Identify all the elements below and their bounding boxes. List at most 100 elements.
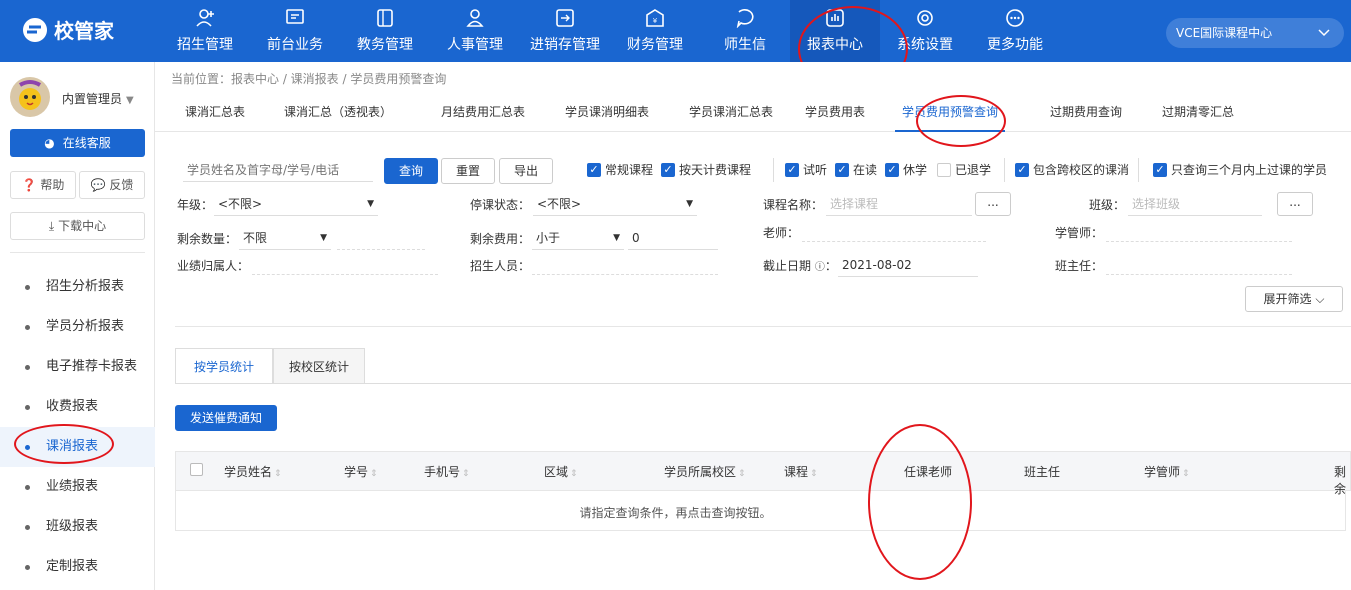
- class-picker-button[interactable]: ...: [1277, 192, 1313, 216]
- sort-icon: ⇕: [1182, 469, 1190, 479]
- expand-filter-button[interactable]: 展开筛选 ⌵: [1245, 286, 1343, 312]
- search-input[interactable]: [183, 158, 373, 182]
- export-button[interactable]: 导出: [499, 158, 553, 184]
- remain-qty-input[interactable]: [337, 226, 425, 250]
- feedback-button[interactable]: 💬 反馈: [79, 171, 145, 199]
- nav-item-4[interactable]: 进销存管理: [520, 0, 610, 62]
- nav-item-9[interactable]: 更多功能: [970, 0, 1060, 62]
- course-picker[interactable]: 选择课程: [826, 192, 972, 216]
- pause-status-select[interactable]: <不限> ▼: [533, 192, 697, 216]
- column-header[interactable]: 学员姓名 ⇕: [224, 463, 282, 480]
- help-circle-icon[interactable]: ⓘ: [815, 262, 825, 273]
- filter-checkbox-3[interactable]: ✓ 在读: [835, 163, 877, 177]
- sidebar-item-2[interactable]: 电子推荐卡报表: [0, 347, 155, 387]
- question-icon: ❓: [21, 178, 37, 192]
- caret-down-icon: ▼: [686, 199, 693, 209]
- column-header-label: 班主任: [1024, 465, 1061, 479]
- send-fee-reminder-button[interactable]: 发送催费通知: [175, 405, 277, 431]
- online-service-button[interactable]: ◕ 在线客服: [10, 129, 145, 157]
- filter-checkbox-0[interactable]: ✓ 常规课程: [587, 163, 653, 177]
- column-header[interactable]: 任课老师: [904, 463, 952, 480]
- filter-separator: [1004, 158, 1005, 182]
- tab-2[interactable]: 月结费用汇总表: [423, 94, 543, 132]
- column-header[interactable]: 学管师 ⇕: [1144, 463, 1190, 480]
- pause-status-value: <不限>: [537, 197, 582, 211]
- filter-checkbox-5[interactable]: 已退学: [937, 163, 991, 177]
- sidebar-item-label: 课消报表: [46, 439, 99, 454]
- remain-fee-input[interactable]: 0: [628, 226, 718, 250]
- column-header[interactable]: 学号 ⇕: [344, 463, 378, 480]
- column-header-label: 区域: [544, 465, 569, 479]
- tab-7[interactable]: 过期费用查询: [1031, 94, 1141, 132]
- remain-fee-label: 剩余费用：: [470, 232, 531, 246]
- checkbox-label: 休学: [903, 163, 928, 177]
- tab-6[interactable]: 学员费用预警查询: [895, 94, 1005, 132]
- sort-icon: ⇕: [570, 469, 578, 479]
- column-header[interactable]: 手机号 ⇕: [424, 463, 470, 480]
- course-picker-button[interactable]: ...: [975, 192, 1011, 216]
- user-menu[interactable]: 内置管理员 ▼: [62, 90, 134, 107]
- filter-checkbox-4[interactable]: ✓ 休学: [885, 163, 927, 177]
- nav-item-6[interactable]: 师生信: [700, 0, 790, 62]
- column-header[interactable]: 课程 ⇕: [784, 463, 818, 480]
- reset-button[interactable]: 重置: [441, 158, 495, 184]
- recruiter-input[interactable]: [532, 251, 718, 275]
- grade-select[interactable]: <不限> ▼: [214, 192, 378, 216]
- column-header[interactable]: 区域 ⇕: [544, 463, 578, 480]
- sidebar-item-5[interactable]: 业绩报表: [0, 467, 155, 507]
- checkbox-icon: ✓: [835, 163, 849, 177]
- filter-checkbox-2[interactable]: ✓ 试听: [785, 163, 827, 177]
- class-picker[interactable]: 选择班级: [1128, 192, 1262, 216]
- remain-fee-op-select[interactable]: 小于 ▼: [532, 226, 624, 250]
- bullet-icon: [25, 525, 30, 530]
- nav-item-8[interactable]: 系统设置: [880, 0, 970, 62]
- nav-label: 更多功能: [987, 37, 1043, 53]
- tab-4[interactable]: 学员课消汇总表: [671, 94, 791, 132]
- sidebar-item-3[interactable]: 收费报表: [0, 387, 155, 427]
- sidebar-item-0[interactable]: 招生分析报表: [0, 267, 155, 307]
- head-teacher-input[interactable]: [1106, 251, 1292, 275]
- help-button[interactable]: ❓ 帮助: [10, 171, 76, 199]
- tab-0[interactable]: 课消汇总表: [175, 94, 255, 132]
- nav-item-2[interactable]: 教务管理: [340, 0, 430, 62]
- filter-checkbox-1[interactable]: ✓ 按天计费课程: [661, 163, 751, 177]
- app-logo[interactable]: 校管家: [20, 15, 114, 44]
- sort-icon: ⇕: [738, 469, 746, 479]
- filter-checkbox-7[interactable]: ✓ 只查询三个月内上过课的学员: [1153, 163, 1327, 177]
- nav-label: 系统设置: [897, 37, 953, 53]
- manager-input[interactable]: [1106, 218, 1292, 242]
- perf-owner-input[interactable]: [252, 251, 438, 275]
- nav-item-7[interactable]: 报表中心: [790, 0, 880, 62]
- sidebar-item-1[interactable]: 学员分析报表: [0, 307, 155, 347]
- sidebar-item-7[interactable]: 定制报表: [0, 547, 155, 587]
- nav-item-3[interactable]: 人事管理: [430, 0, 520, 62]
- perf-owner-label: 业绩归属人：: [177, 259, 250, 273]
- select-all-checkbox[interactable]: [190, 463, 203, 476]
- nav-item-5[interactable]: ¥ 财务管理: [610, 0, 700, 62]
- nav-item-0[interactable]: 招生管理: [160, 0, 250, 62]
- avatar[interactable]: [10, 77, 50, 117]
- deadline-date-input[interactable]: 2021-08-02: [838, 253, 978, 277]
- column-header[interactable]: 班主任: [1024, 463, 1060, 480]
- tab-5[interactable]: 学员费用表: [795, 94, 875, 132]
- column-header[interactable]: 学员所属校区 ⇕: [664, 463, 746, 480]
- course-name-label: 课程名称：: [763, 198, 824, 212]
- campus-selector[interactable]: VCE国际课程中心: [1166, 18, 1344, 48]
- query-button[interactable]: 查询: [384, 158, 438, 184]
- sidebar-item-label: 收费报表: [46, 399, 99, 414]
- caret-down-icon: ▼: [320, 233, 327, 243]
- tab-1[interactable]: 课消汇总（透视表）: [273, 94, 403, 132]
- remain-qty-select[interactable]: 不限 ▼: [239, 226, 331, 250]
- tab-by-campus[interactable]: 按校区统计: [273, 348, 365, 384]
- tab-3[interactable]: 学员课消明细表: [547, 94, 667, 132]
- sidebar-item-4[interactable]: 课消报表: [0, 427, 155, 467]
- head-teacher-label: 班主任：: [1055, 259, 1104, 273]
- tab-8[interactable]: 过期清零汇总: [1143, 94, 1253, 132]
- download-center-button[interactable]: ⤓ 下载中心: [10, 212, 145, 240]
- filter-checkbox-6[interactable]: ✓ 包含跨校区的课消: [1015, 163, 1129, 177]
- tab-by-student[interactable]: 按学员统计: [175, 348, 273, 384]
- finance-icon: ¥: [646, 9, 664, 27]
- checkbox-icon: ✓: [661, 163, 675, 177]
- nav-item-1[interactable]: 前台业务: [250, 0, 340, 62]
- teacher-input[interactable]: [802, 218, 986, 242]
